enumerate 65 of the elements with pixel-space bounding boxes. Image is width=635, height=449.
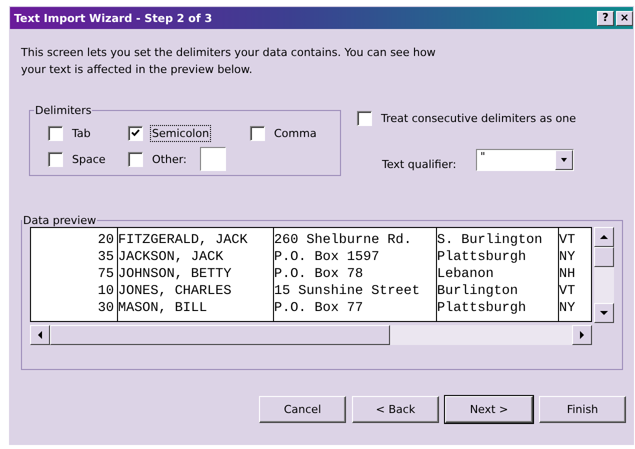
table-cell: Lebanon <box>437 266 494 283</box>
table-cell: NY <box>559 249 576 266</box>
table-cell: Burlington <box>437 283 518 300</box>
group-label: Data preview <box>22 214 98 227</box>
vertical-scrollbar[interactable] <box>594 227 614 323</box>
up-arrow-icon <box>600 233 608 241</box>
table-cell: NY <box>559 300 576 317</box>
table-cell: S. Burlington <box>437 232 542 249</box>
checkmark-icon <box>131 129 140 137</box>
checkbox[interactable] <box>48 126 63 140</box>
scroll-right-button[interactable] <box>572 325 592 345</box>
checkbox-label: Tab <box>71 126 92 142</box>
help-button[interactable]: ? <box>597 10 614 26</box>
checkbox[interactable] <box>48 152 63 166</box>
checkbox-label: Treat consecutive delimiters as one <box>380 110 578 126</box>
checkbox-label: Other: <box>151 152 188 168</box>
dropdown-button[interactable] <box>555 150 574 170</box>
table-cell-text: 20 <box>98 232 115 249</box>
qualifier-dropdown[interactable]: " <box>476 148 574 170</box>
checkbox-label: Space <box>71 152 107 168</box>
table-cell: VT <box>559 232 576 249</box>
table-cell: MASON, BILL <box>118 300 208 317</box>
table-cell: JONES, CHARLES <box>118 283 232 300</box>
dialog-button[interactable]: Finish <box>539 396 626 423</box>
table-cell: JACKSON, JACK <box>118 249 224 266</box>
other-field[interactable] <box>200 147 226 171</box>
table-cell-text: 10 <box>98 283 115 300</box>
table-cell-text: 35 <box>98 249 115 266</box>
group-label: Delimiters <box>34 104 92 117</box>
right-arrow-icon <box>578 331 586 339</box>
dialog-button[interactable]: Next > <box>445 396 533 423</box>
window-title: Text Import Wizard - Step 2 of 3 <box>14 12 214 24</box>
scroll-left-button[interactable] <box>30 325 50 345</box>
table-cell: 15 Sunshine Street <box>274 283 420 300</box>
table-cell: 260 Shelburne Rd. <box>274 232 412 249</box>
checkbox[interactable] <box>357 110 372 126</box>
table-cell: Plattsburgh <box>437 300 526 317</box>
qualifier-label: Text qualifier: <box>382 158 456 171</box>
checkbox-label: Semicolon <box>150 124 212 142</box>
table-cell: P.O. Box 1597 <box>274 249 380 266</box>
intro-text: This screen lets you set the delimiters your data contains. You can see how your text is affected in the preview below. <box>21 45 437 78</box>
down-arrow-icon <box>600 309 608 317</box>
scroll-up-button[interactable] <box>594 227 614 247</box>
table-cell: FITZGERALD, JACK <box>118 232 248 249</box>
scroll-thumb[interactable] <box>50 325 390 345</box>
checkbox[interactable] <box>128 126 143 140</box>
checkbox-label: Comma <box>273 126 318 142</box>
checkbox[interactable] <box>250 126 265 140</box>
table-cell: Plattsburgh <box>437 249 526 266</box>
scroll-thumb[interactable] <box>594 247 614 267</box>
table-cell-text: 30 <box>98 300 115 317</box>
table-cell: NH <box>559 266 576 283</box>
checkbox[interactable] <box>128 152 143 166</box>
table-cell: VT <box>559 283 576 300</box>
dialog-button[interactable]: < Back <box>352 396 439 423</box>
close-button[interactable]: × <box>616 10 633 26</box>
left-arrow-icon <box>36 331 44 339</box>
scroll-down-button[interactable] <box>594 303 614 323</box>
horizontal-scrollbar[interactable] <box>30 325 592 345</box>
table-cell: P.O. Box 77 <box>274 300 364 317</box>
caret-icon <box>560 156 568 164</box>
table-cell-text: 75 <box>98 266 115 283</box>
dialog-button[interactable]: Cancel <box>259 396 346 423</box>
table-cell: JOHNSON, BETTY <box>118 266 232 283</box>
table-cell: P.O. Box 78 <box>274 266 364 283</box>
